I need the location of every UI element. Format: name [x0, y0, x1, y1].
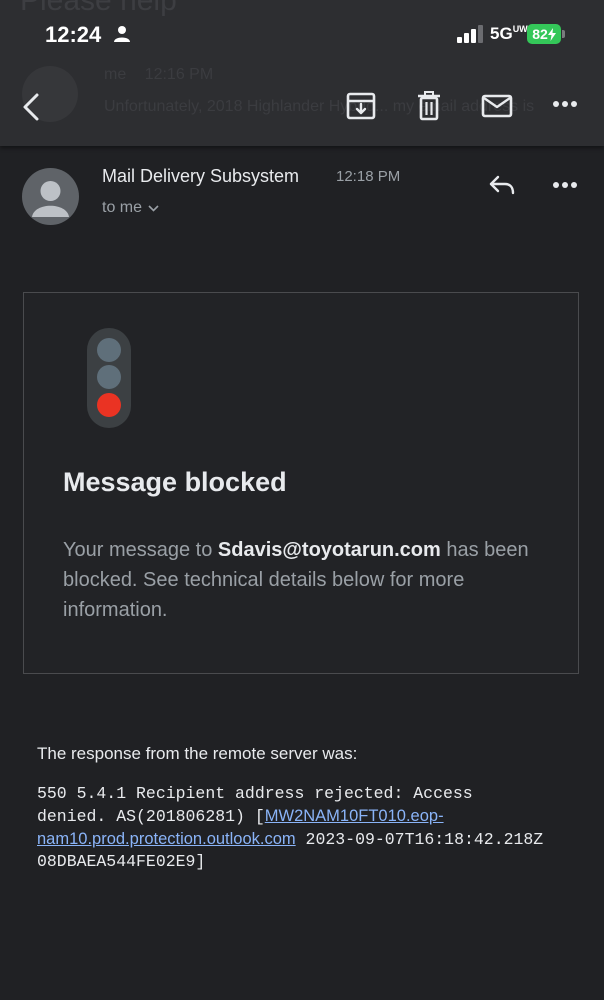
cellular-signal-icon	[457, 25, 483, 43]
traffic-light-icon	[87, 328, 131, 428]
message-more-icon[interactable]	[552, 181, 578, 189]
background-thread-sender: me	[104, 66, 127, 83]
card-title: Message blocked	[63, 467, 287, 497]
trash-icon[interactable]	[416, 91, 442, 121]
recipient-label: to me	[102, 199, 143, 216]
battery-indicator: 82	[527, 24, 561, 44]
background-thread-snippet: Unfortunately, 2018 Highlander Hybrid...…	[104, 98, 535, 115]
recipient-toggle[interactable]: to me	[102, 199, 159, 217]
more-horizontal-icon[interactable]	[552, 100, 578, 108]
background-thread-time: 12:16 PM	[144, 66, 214, 83]
reply-icon[interactable]	[488, 174, 516, 196]
chevron-down-icon	[148, 204, 159, 212]
charging-bolt-icon	[547, 27, 556, 41]
battery-level: 82	[532, 26, 548, 42]
background-thread-subject: Please help	[20, 0, 177, 17]
response-details: 550 5.4.1 Recipient address rejected: Ac…	[37, 784, 544, 871]
archive-icon[interactable]	[346, 92, 376, 120]
network-superscript: UW	[512, 24, 528, 34]
back-arrow-icon[interactable]	[20, 92, 42, 122]
response-intro: The response from the remote server was:	[37, 744, 358, 763]
sender-avatar[interactable]	[22, 168, 79, 225]
person-avatar-icon	[32, 181, 69, 217]
message-time: 12:18 PM	[336, 168, 401, 185]
top-bar: Please help me 12:16 PM Unfortunately, 2…	[0, 0, 604, 146]
blocked-recipient-email: Sdavis@toyotarun.com	[217, 539, 441, 561]
battery-tip	[562, 30, 565, 38]
network-label: 5GUW	[490, 24, 528, 43]
status-time: 12:24	[45, 22, 102, 47]
sender-name[interactable]: Mail Delivery Subsystem	[102, 166, 299, 187]
message-blocked-card: Message blocked Your message to Sdavis@t…	[23, 292, 579, 674]
mail-icon[interactable]	[481, 94, 513, 118]
card-body: Your message to Sdavis@toyotarun.com has…	[63, 539, 529, 621]
person-icon	[114, 26, 130, 42]
